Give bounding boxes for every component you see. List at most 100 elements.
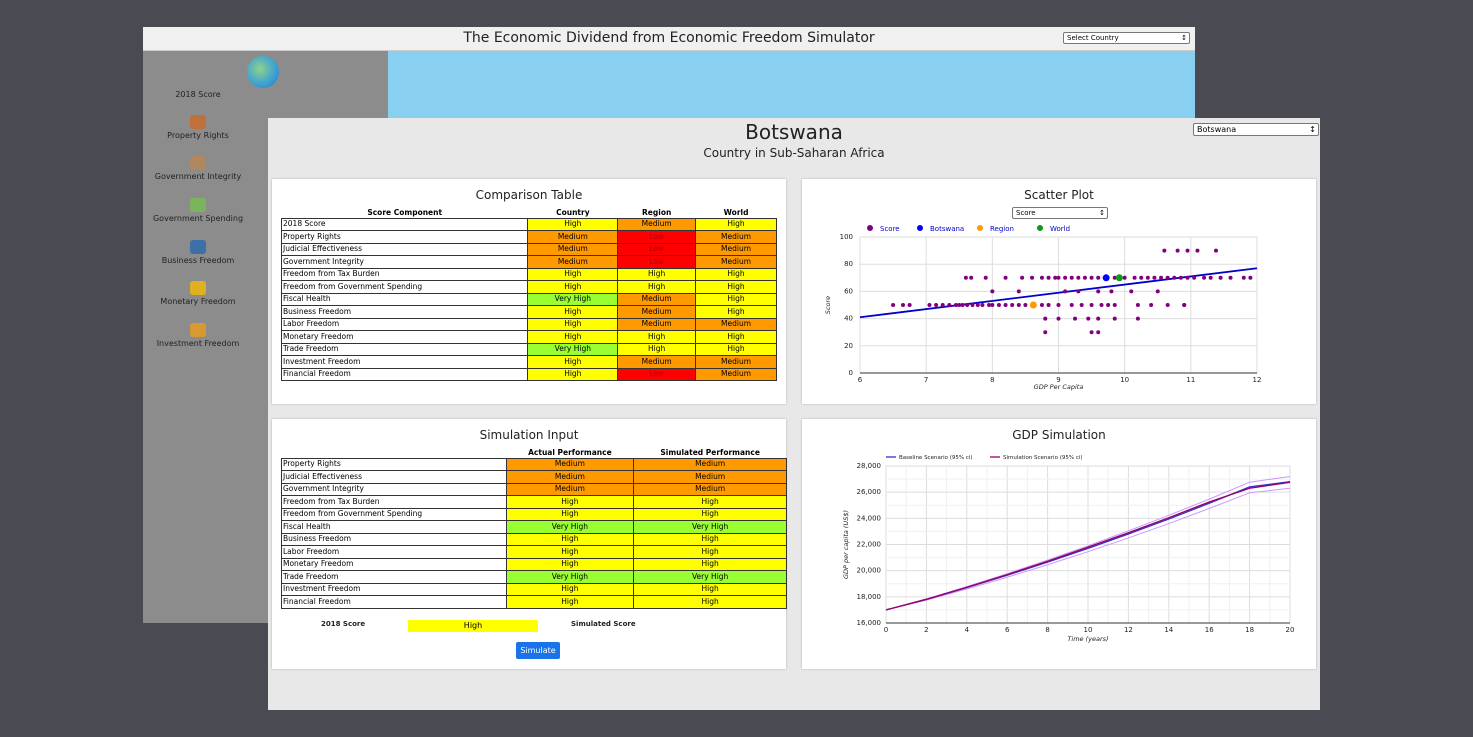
sidebar-item-government-spending[interactable]: Government Spending <box>143 198 253 223</box>
data-point <box>1046 303 1051 307</box>
sidebar-item-investment-freedom[interactable]: Investment Freedom <box>143 323 253 348</box>
simulated-level[interactable]: Very High <box>633 570 787 584</box>
x-tick-label: 16 <box>1205 626 1214 634</box>
region-level: Medium <box>617 355 697 369</box>
country-level: Medium <box>527 242 619 256</box>
x-tick-label: 14 <box>1164 626 1173 634</box>
table-row: 2018 Score High Medium High <box>280 217 777 231</box>
data-point <box>1082 275 1087 280</box>
y-tick-label: 100 <box>840 233 853 241</box>
data-point <box>1152 275 1157 280</box>
row-label: Judicial Effectiveness <box>280 242 529 256</box>
country-window: Botswana Country in Sub-Saharan Africa B… <box>268 118 1320 710</box>
data-point <box>1102 274 1110 282</box>
world-level: High <box>695 267 777 281</box>
sidebar-item-monetary-freedom[interactable]: Monetary Freedom <box>143 281 253 306</box>
table-row: Monetary Freedom High High <box>281 557 787 571</box>
region-level: High <box>617 342 697 356</box>
data-point <box>1016 289 1021 294</box>
x-tick-label: 10 <box>1120 376 1129 384</box>
row-label: Judicial Effectiveness <box>281 470 507 484</box>
region-level: Low <box>617 230 697 244</box>
simulated-level[interactable]: High <box>633 545 787 559</box>
table-row: Freedom from Government Spending High High… <box>280 280 777 294</box>
legend-label: World <box>1050 225 1070 233</box>
data-point <box>1043 330 1048 335</box>
data-point <box>1089 330 1094 335</box>
simulated-level[interactable]: High <box>633 595 787 609</box>
actual-level: High <box>505 495 635 509</box>
data-point <box>960 303 965 307</box>
row-label: Financial Freedom <box>280 367 529 381</box>
data-point <box>1099 303 1104 307</box>
actual-level: High <box>505 507 635 521</box>
legend-marker <box>917 225 923 231</box>
data-point <box>940 303 945 307</box>
world-level: Medium <box>695 317 777 331</box>
data-point <box>1046 275 1051 280</box>
country-level: High <box>527 305 619 319</box>
column-header <box>282 447 507 458</box>
simulated-level[interactable]: High <box>633 557 787 571</box>
data-point <box>963 275 968 280</box>
legend-label: Score <box>880 225 900 233</box>
y-tick-label: 28,000 <box>857 462 882 470</box>
data-point <box>975 303 980 307</box>
table-row: Freedom from Tax Burden High High <box>281 495 787 509</box>
gdp-chart: 0 2 4 6 8 10 12 14 16 18 20 16,000 18,000 20,000 22,00… <box>842 455 1294 643</box>
x-tick-label: 6 <box>1005 626 1010 634</box>
data-point <box>1086 316 1091 321</box>
legend-marker <box>867 225 873 231</box>
simulated-level[interactable]: Medium <box>633 470 787 484</box>
sidebar-item-business-freedom[interactable]: Business Freedom <box>143 240 253 265</box>
country-dropdown[interactable]: Botswana <box>1193 123 1319 136</box>
data-point <box>1023 303 1028 307</box>
data-point <box>996 303 1001 307</box>
table-row: Trade Freedom Very High Very High <box>281 570 787 584</box>
comparison-title: Comparison Table <box>475 188 583 202</box>
simulated-level[interactable]: High <box>633 495 787 509</box>
actual-level: High <box>505 532 635 546</box>
comparison-panel: Comparison Table Score Component Country… <box>272 179 786 404</box>
data-point <box>1112 303 1117 307</box>
actual-level: Medium <box>505 470 635 484</box>
actual-level: Medium <box>505 482 635 496</box>
x-axis-label: Time (years) <box>1067 635 1108 643</box>
actual-level: Medium <box>505 457 635 471</box>
country-level: High <box>527 330 619 344</box>
score-value: High <box>408 620 538 632</box>
money-hand-icon <box>190 198 206 212</box>
simulated-level[interactable]: High <box>633 582 787 596</box>
data-point <box>1135 316 1140 321</box>
simulated-level[interactable]: High <box>633 507 787 521</box>
simulated-level[interactable]: Medium <box>633 457 787 471</box>
simulated-level[interactable]: Medium <box>633 482 787 496</box>
data-point <box>1056 316 1061 321</box>
region-level: High <box>617 267 697 281</box>
y-tick-label: 18,000 <box>857 593 882 601</box>
simulated-level[interactable]: High <box>633 532 787 546</box>
table-row: Business Freedom High Medium High <box>280 305 777 319</box>
row-label: Business Freedom <box>281 532 507 546</box>
column-header: Score Component <box>367 207 443 217</box>
row-label: Freedom from Tax Burden <box>280 267 529 281</box>
row-label: Freedom from Tax Burden <box>281 495 507 509</box>
row-label: Investment Freedom <box>281 582 507 596</box>
sidebar-item-property-rights[interactable]: Property Rights <box>143 115 253 140</box>
data-point <box>1241 275 1246 280</box>
select-country-dropdown[interactable]: Select Country <box>1063 32 1190 44</box>
data-point <box>990 303 995 307</box>
country-level: High <box>527 355 619 369</box>
table-row: Investment Freedom High Medium Medium <box>280 355 777 369</box>
row-label: Trade Freedom <box>280 342 529 356</box>
scatter-chart: 6 7 8 9 10 11 12020406080100GDP Per CapitaScor… <box>824 225 1261 391</box>
country-level: Very High <box>527 292 619 306</box>
data-point <box>1129 289 1134 294</box>
data-point <box>1003 303 1008 307</box>
data-point <box>1185 275 1190 280</box>
simulated-level[interactable]: Very High <box>633 520 787 534</box>
row-label: Business Freedom <box>280 305 529 319</box>
sidebar-item-government-integrity[interactable]: Government Integrity <box>143 156 253 181</box>
table-row: Labor Freedom High High <box>281 545 787 559</box>
simulate-button[interactable]: Simulate <box>516 642 560 659</box>
